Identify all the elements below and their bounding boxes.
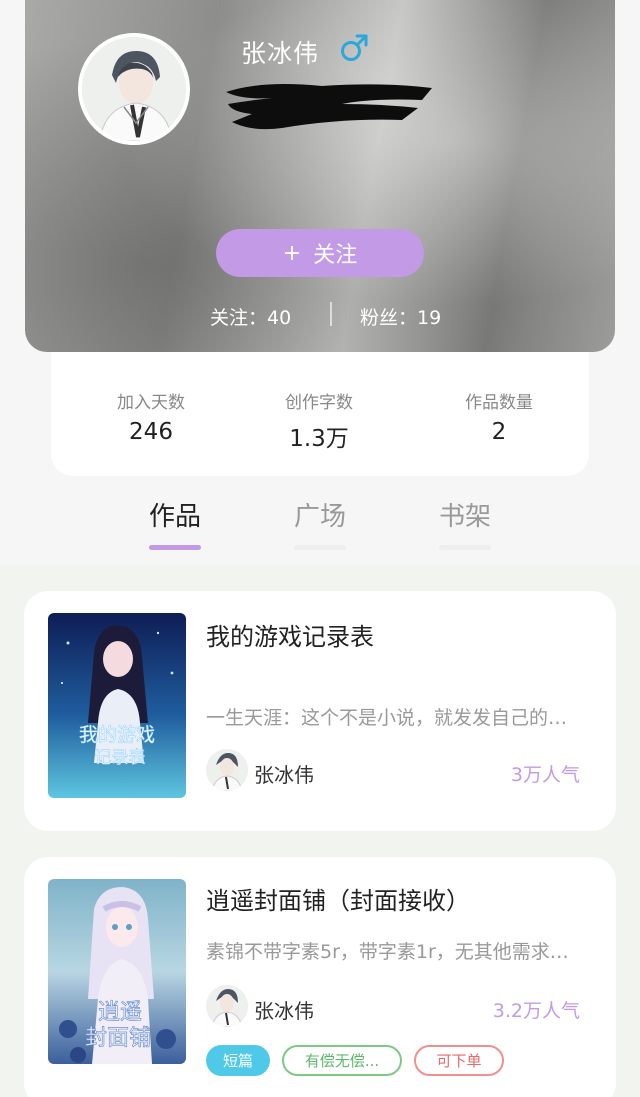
- fans-count[interactable]: 粉丝：19: [360, 303, 441, 330]
- profile-avatar[interactable]: [78, 33, 190, 145]
- popularity-count: 3万人气: [510, 764, 580, 786]
- stats-card: 加入天数 246 创作字数 1.3万 作品数量 2: [51, 352, 589, 476]
- author-name: 张冰伟: [254, 999, 314, 1023]
- male-icon: [341, 34, 368, 61]
- popularity-count: 3.2万人气: [492, 1000, 580, 1022]
- work-cover[interactable]: 我的游戏 记录表: [48, 613, 186, 798]
- tag-paid-free[interactable]: 有偿无偿...: [282, 1045, 402, 1076]
- work-description: 一生天涯：这个不是小说，就发发自己的…: [206, 707, 568, 729]
- following-count[interactable]: 关注：40: [210, 303, 291, 330]
- tab-label: 作品: [148, 502, 201, 532]
- tab-works[interactable]: 作品: [135, 496, 215, 550]
- author-name: 张冰伟: [254, 763, 314, 787]
- author-avatar: [206, 985, 248, 1027]
- tab-indicator: [294, 545, 346, 550]
- stat-value: 2: [491, 419, 507, 445]
- plus-icon: +: [282, 240, 302, 266]
- profile-tabs: 作品 广场 书架: [0, 492, 640, 552]
- tab-square[interactable]: 广场: [280, 496, 360, 550]
- follow-button[interactable]: + 关注: [216, 229, 424, 277]
- svg-text:逍遥: 逍遥: [98, 1000, 142, 1025]
- work-card[interactable]: 我的游戏 记录表 我的游戏记录表 一生天涯：这个不是小说，就发发自己的… 张冰伟…: [24, 591, 616, 831]
- tab-label: 广场: [293, 502, 346, 532]
- follow-stats: 关注：40 粉丝：19: [0, 300, 640, 330]
- work-title[interactable]: 我的游戏记录表: [206, 617, 374, 652]
- stat-label: 创作字数: [285, 393, 353, 413]
- profile-username: 张冰伟: [241, 39, 320, 68]
- tab-indicator: [439, 545, 491, 550]
- work-cover[interactable]: 逍遥 封面铺: [48, 879, 186, 1064]
- stat-value: 1.3万: [289, 426, 349, 452]
- tab-indicator: [149, 545, 201, 550]
- stat-word-count: 创作字数 1.3万: [239, 388, 399, 453]
- stat-value: 246: [129, 419, 173, 445]
- tag-short[interactable]: 短篇: [206, 1045, 270, 1076]
- svg-text:封面铺: 封面铺: [85, 1026, 151, 1051]
- stat-label: 作品数量: [465, 393, 533, 413]
- stat-join-days: 加入天数 246: [71, 388, 231, 445]
- redacted-bio: [226, 84, 432, 130]
- stat-label: 加入天数: [117, 393, 185, 413]
- follow-button-label: 关注: [313, 243, 358, 268]
- tab-label: 书架: [438, 502, 491, 532]
- author-avatar: [206, 749, 248, 791]
- profile-area: 张冰伟 + 关注 关注：40 粉丝：19 加入天数 246 创作字数 1.3万 …: [0, 0, 640, 565]
- tag-orderable[interactable]: 可下单: [414, 1045, 504, 1076]
- tab-bookshelf[interactable]: 书架: [425, 496, 505, 550]
- work-description: 素锦不带字素5r，带字素1r，无其他需求…: [206, 941, 569, 963]
- work-card[interactable]: 逍遥 封面铺 逍遥封面铺（封面接收） 素锦不带字素5r，带字素1r，无其他需求……: [24, 857, 616, 1097]
- stat-work-count: 作品数量 2: [419, 388, 579, 445]
- work-title[interactable]: 逍遥封面铺（封面接收）: [206, 881, 470, 916]
- stats-divider: [330, 302, 332, 326]
- svg-text:记录表: 记录表: [95, 748, 146, 768]
- svg-text:我的游戏: 我的游戏: [79, 724, 155, 746]
